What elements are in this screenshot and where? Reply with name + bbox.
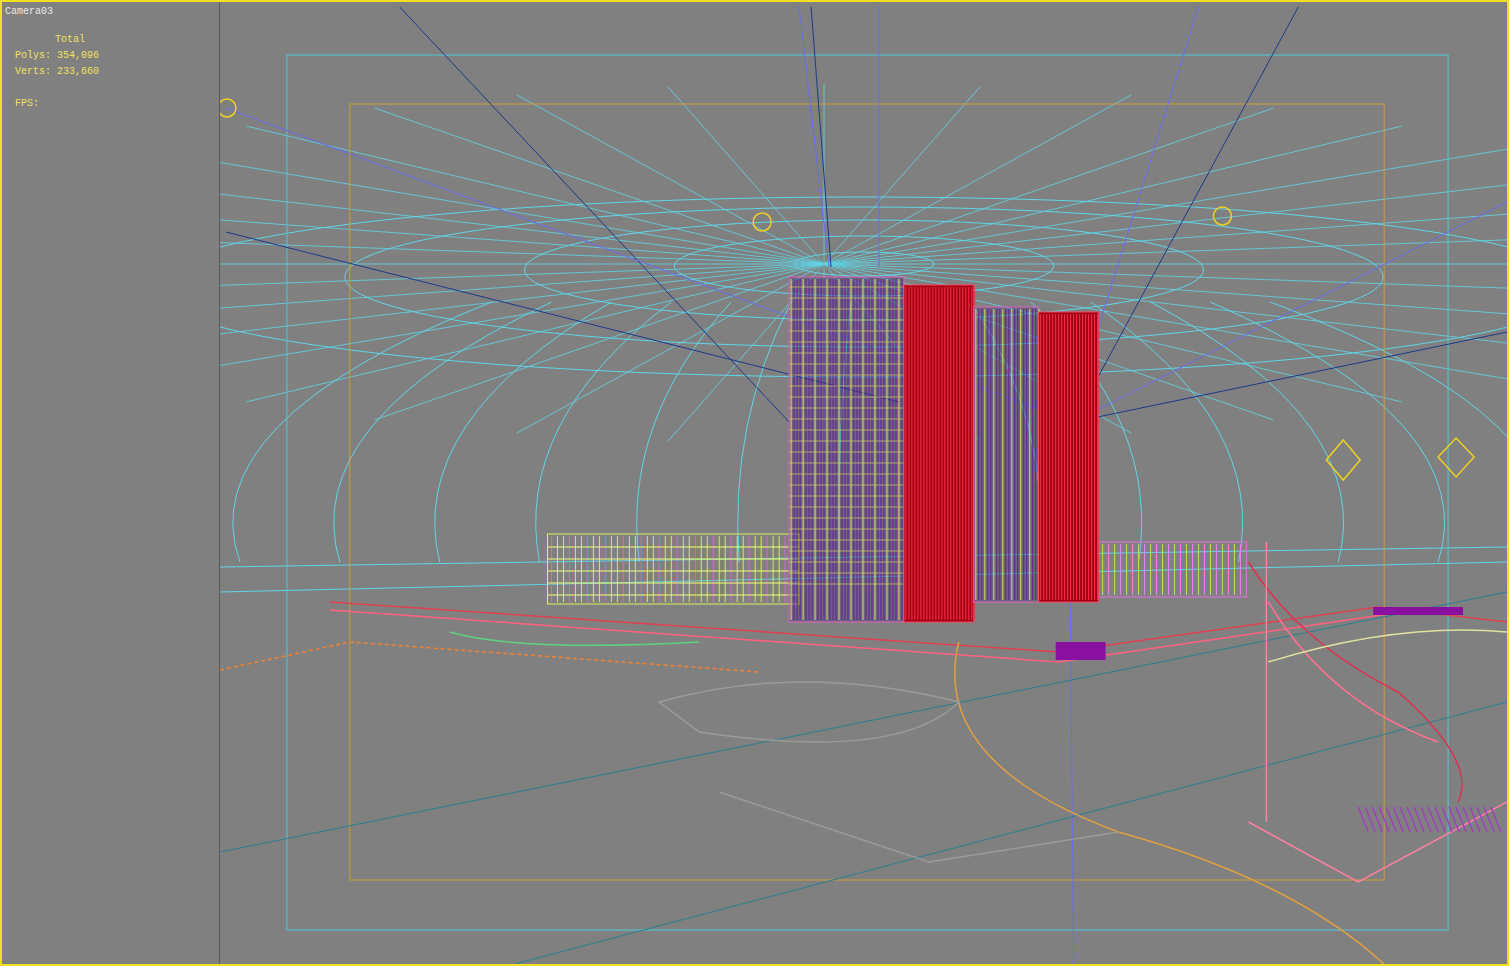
stats-heading: Total xyxy=(15,32,219,48)
viewport-area[interactable] xyxy=(220,2,1507,964)
stats-line: Verts: 233,660 xyxy=(15,64,219,80)
podium-left xyxy=(547,534,799,604)
tower-left xyxy=(789,277,975,622)
target-light-icon[interactable] xyxy=(1438,438,1474,477)
stats-line: Polys: 354,096 xyxy=(15,48,219,64)
tower-right xyxy=(974,307,1099,602)
omni-light-icon[interactable] xyxy=(753,213,771,231)
target-light-icon[interactable] xyxy=(1326,440,1360,480)
safe-frames xyxy=(287,55,1448,930)
viewport-label[interactable]: Camera03 xyxy=(2,2,219,20)
podium-right xyxy=(1099,542,1247,597)
light-rays xyxy=(220,7,1507,964)
viewport[interactable]: Camera03TotalPolys: 354,096Verts: 233,66… xyxy=(0,0,1509,966)
omni-light-icon[interactable] xyxy=(1213,207,1231,225)
omni-light-icon[interactable] xyxy=(220,99,236,117)
viewport-canvas[interactable] xyxy=(220,2,1507,964)
stats-panel: Camera03TotalPolys: 354,096Verts: 233,66… xyxy=(2,2,220,964)
stats-line: FPS: xyxy=(15,80,219,112)
stats-block: TotalPolys: 354,096Verts: 233,660FPS: xyxy=(2,20,219,112)
light-icons xyxy=(220,99,1474,480)
